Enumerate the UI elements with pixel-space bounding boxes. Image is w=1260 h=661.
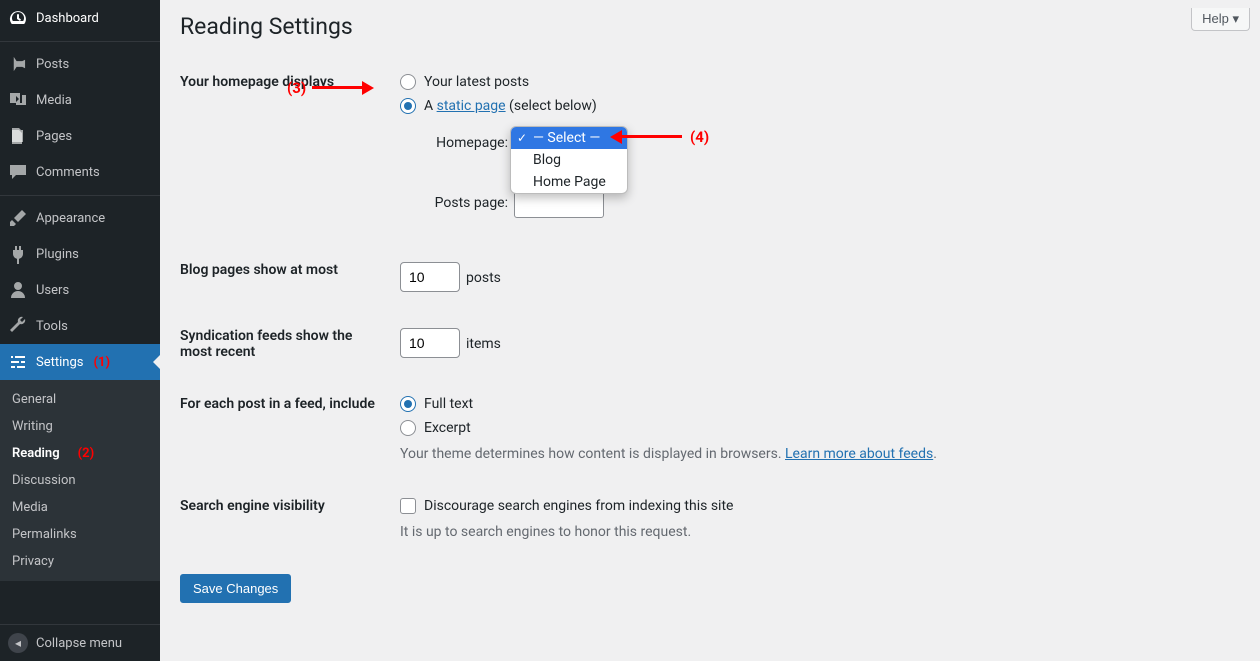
row-homepage: Your homepage displays Your latest posts…	[180, 56, 1240, 244]
dropdown-option-blog[interactable]: Blog	[511, 149, 627, 171]
menu-dashboard[interactable]: Dashboard	[0, 0, 160, 36]
checkbox-discourage[interactable]	[400, 498, 416, 514]
row-blog-pages: Blog pages show at most posts	[180, 244, 1240, 310]
menu-media[interactable]: Media	[0, 82, 160, 118]
menu-label: Tools	[36, 319, 68, 334]
annotation-3: (3)	[287, 79, 374, 97]
suffix-items: items	[466, 336, 501, 352]
dashboard-icon	[8, 8, 28, 28]
label-syndication: Syndication feeds show the most recent	[180, 328, 400, 360]
submenu-discussion[interactable]: Discussion	[0, 467, 160, 494]
menu-label: Posts	[36, 57, 69, 72]
radio-full-text-label: Full text	[424, 396, 473, 412]
radio-excerpt-row: Excerpt	[400, 420, 1240, 436]
annotation-1: (1)	[93, 355, 110, 370]
submenu-label: Reading	[12, 446, 60, 461]
field-search-visibility: Discourage search engines from indexing …	[400, 498, 1240, 540]
menu-label: Users	[36, 283, 69, 298]
menu-pages[interactable]: Pages	[0, 118, 160, 154]
field-syndication: items	[400, 328, 1240, 358]
annotation-2: (2)	[78, 446, 95, 461]
submenu-media[interactable]: Media	[0, 494, 160, 521]
radio-full-text-row: Full text	[400, 396, 1240, 412]
radio-latest-label: Your latest posts	[424, 74, 529, 90]
posts-page-select-label: Posts page:	[420, 195, 508, 211]
radio-static-label: A static page (select below)	[424, 98, 597, 114]
brush-icon	[8, 208, 28, 228]
collapse-icon: ◂	[8, 633, 28, 653]
menu-posts[interactable]: Posts	[0, 46, 160, 82]
collapse-menu[interactable]: ◂ Collapse menu	[0, 624, 160, 661]
submenu-writing[interactable]: Writing	[0, 413, 160, 440]
field-feed: Full text Excerpt Your theme determines …	[400, 396, 1240, 462]
radio-latest-posts[interactable]	[400, 74, 416, 90]
menu-appearance[interactable]: Appearance	[0, 200, 160, 236]
menu-label: Appearance	[36, 211, 105, 226]
field-homepage: Your latest posts A static page (select …	[400, 74, 1240, 226]
radio-static-page[interactable]	[400, 98, 416, 114]
row-search-visibility: Search engine visibility Discourage sear…	[180, 480, 1240, 558]
radio-full-text[interactable]	[400, 396, 416, 412]
media-icon	[8, 90, 28, 110]
label-feed: For each post in a feed, include	[180, 396, 400, 412]
submenu-permalinks[interactable]: Permalinks	[0, 521, 160, 548]
collapse-label: Collapse menu	[36, 636, 122, 651]
menu-settings[interactable]: Settings (1)	[0, 344, 160, 380]
user-icon	[8, 280, 28, 300]
menu-plugins[interactable]: Plugins	[0, 236, 160, 272]
menu-label: Pages	[36, 129, 72, 144]
menu-label: Dashboard	[36, 11, 99, 26]
row-syndication: Syndication feeds show the most recent i…	[180, 310, 1240, 378]
feed-description: Your theme determines how content is dis…	[400, 446, 1240, 462]
label-search-visibility: Search engine visibility	[180, 498, 400, 514]
menu-users[interactable]: Users	[0, 272, 160, 308]
menu-comments[interactable]: Comments	[0, 154, 160, 190]
save-button[interactable]: Save Changes	[180, 574, 291, 603]
submenu-general[interactable]: General	[0, 386, 160, 413]
help-button[interactable]: Help ▾	[1191, 8, 1250, 31]
menu-label: Comments	[36, 165, 100, 180]
annotation-4: (4)	[610, 128, 709, 146]
comment-icon	[8, 162, 28, 182]
input-blog-pages[interactable]	[400, 262, 460, 292]
help-label: Help	[1202, 11, 1229, 26]
suffix-posts: posts	[466, 270, 501, 286]
radio-excerpt-label: Excerpt	[424, 420, 471, 436]
pages-icon	[8, 126, 28, 146]
chevron-down-icon: ▾	[1232, 11, 1239, 26]
homepage-select-row: Homepage: — Select — Blog Home Page	[420, 128, 1240, 158]
input-syndication[interactable]	[400, 328, 460, 358]
menu-label: Media	[36, 93, 72, 108]
radio-static-page-row: A static page (select below)	[400, 98, 1240, 114]
page-title: Reading Settings	[180, 0, 1240, 46]
radio-latest-posts-row: Your latest posts	[400, 74, 1240, 90]
menu-label: Plugins	[36, 247, 79, 262]
menu-label: Settings	[36, 355, 83, 370]
pin-icon	[8, 54, 28, 74]
submenu-privacy[interactable]: Privacy	[0, 548, 160, 575]
row-feed: For each post in a feed, include Full te…	[180, 378, 1240, 480]
menu-tools[interactable]: Tools	[0, 308, 160, 344]
checkbox-discourage-row: Discourage search engines from indexing …	[400, 498, 1240, 514]
plug-icon	[8, 244, 28, 264]
learn-more-feeds-link[interactable]: Learn more about feeds	[785, 446, 933, 462]
submenu-reading[interactable]: Reading (2)	[0, 440, 160, 467]
main-content: Help ▾ Reading Settings Your homepage di…	[160, 0, 1260, 661]
label-blog-pages: Blog pages show at most	[180, 262, 400, 278]
dropdown-option-homepage[interactable]: Home Page	[511, 171, 627, 193]
form-table: Your homepage displays Your latest posts…	[180, 56, 1240, 603]
field-blog-pages: posts	[400, 262, 1240, 292]
static-page-link[interactable]: static page	[437, 98, 506, 114]
sliders-icon	[8, 352, 28, 372]
radio-excerpt[interactable]	[400, 420, 416, 436]
homepage-select-label: Homepage:	[420, 135, 508, 151]
checkbox-discourage-label: Discourage search engines from indexing …	[424, 498, 733, 514]
settings-submenu: General Writing Reading (2) Discussion M…	[0, 380, 160, 581]
admin-sidebar: Dashboard Posts Media Pages Comments App…	[0, 0, 160, 661]
wrench-icon	[8, 316, 28, 336]
search-description: It is up to search engines to honor this…	[400, 524, 1240, 540]
